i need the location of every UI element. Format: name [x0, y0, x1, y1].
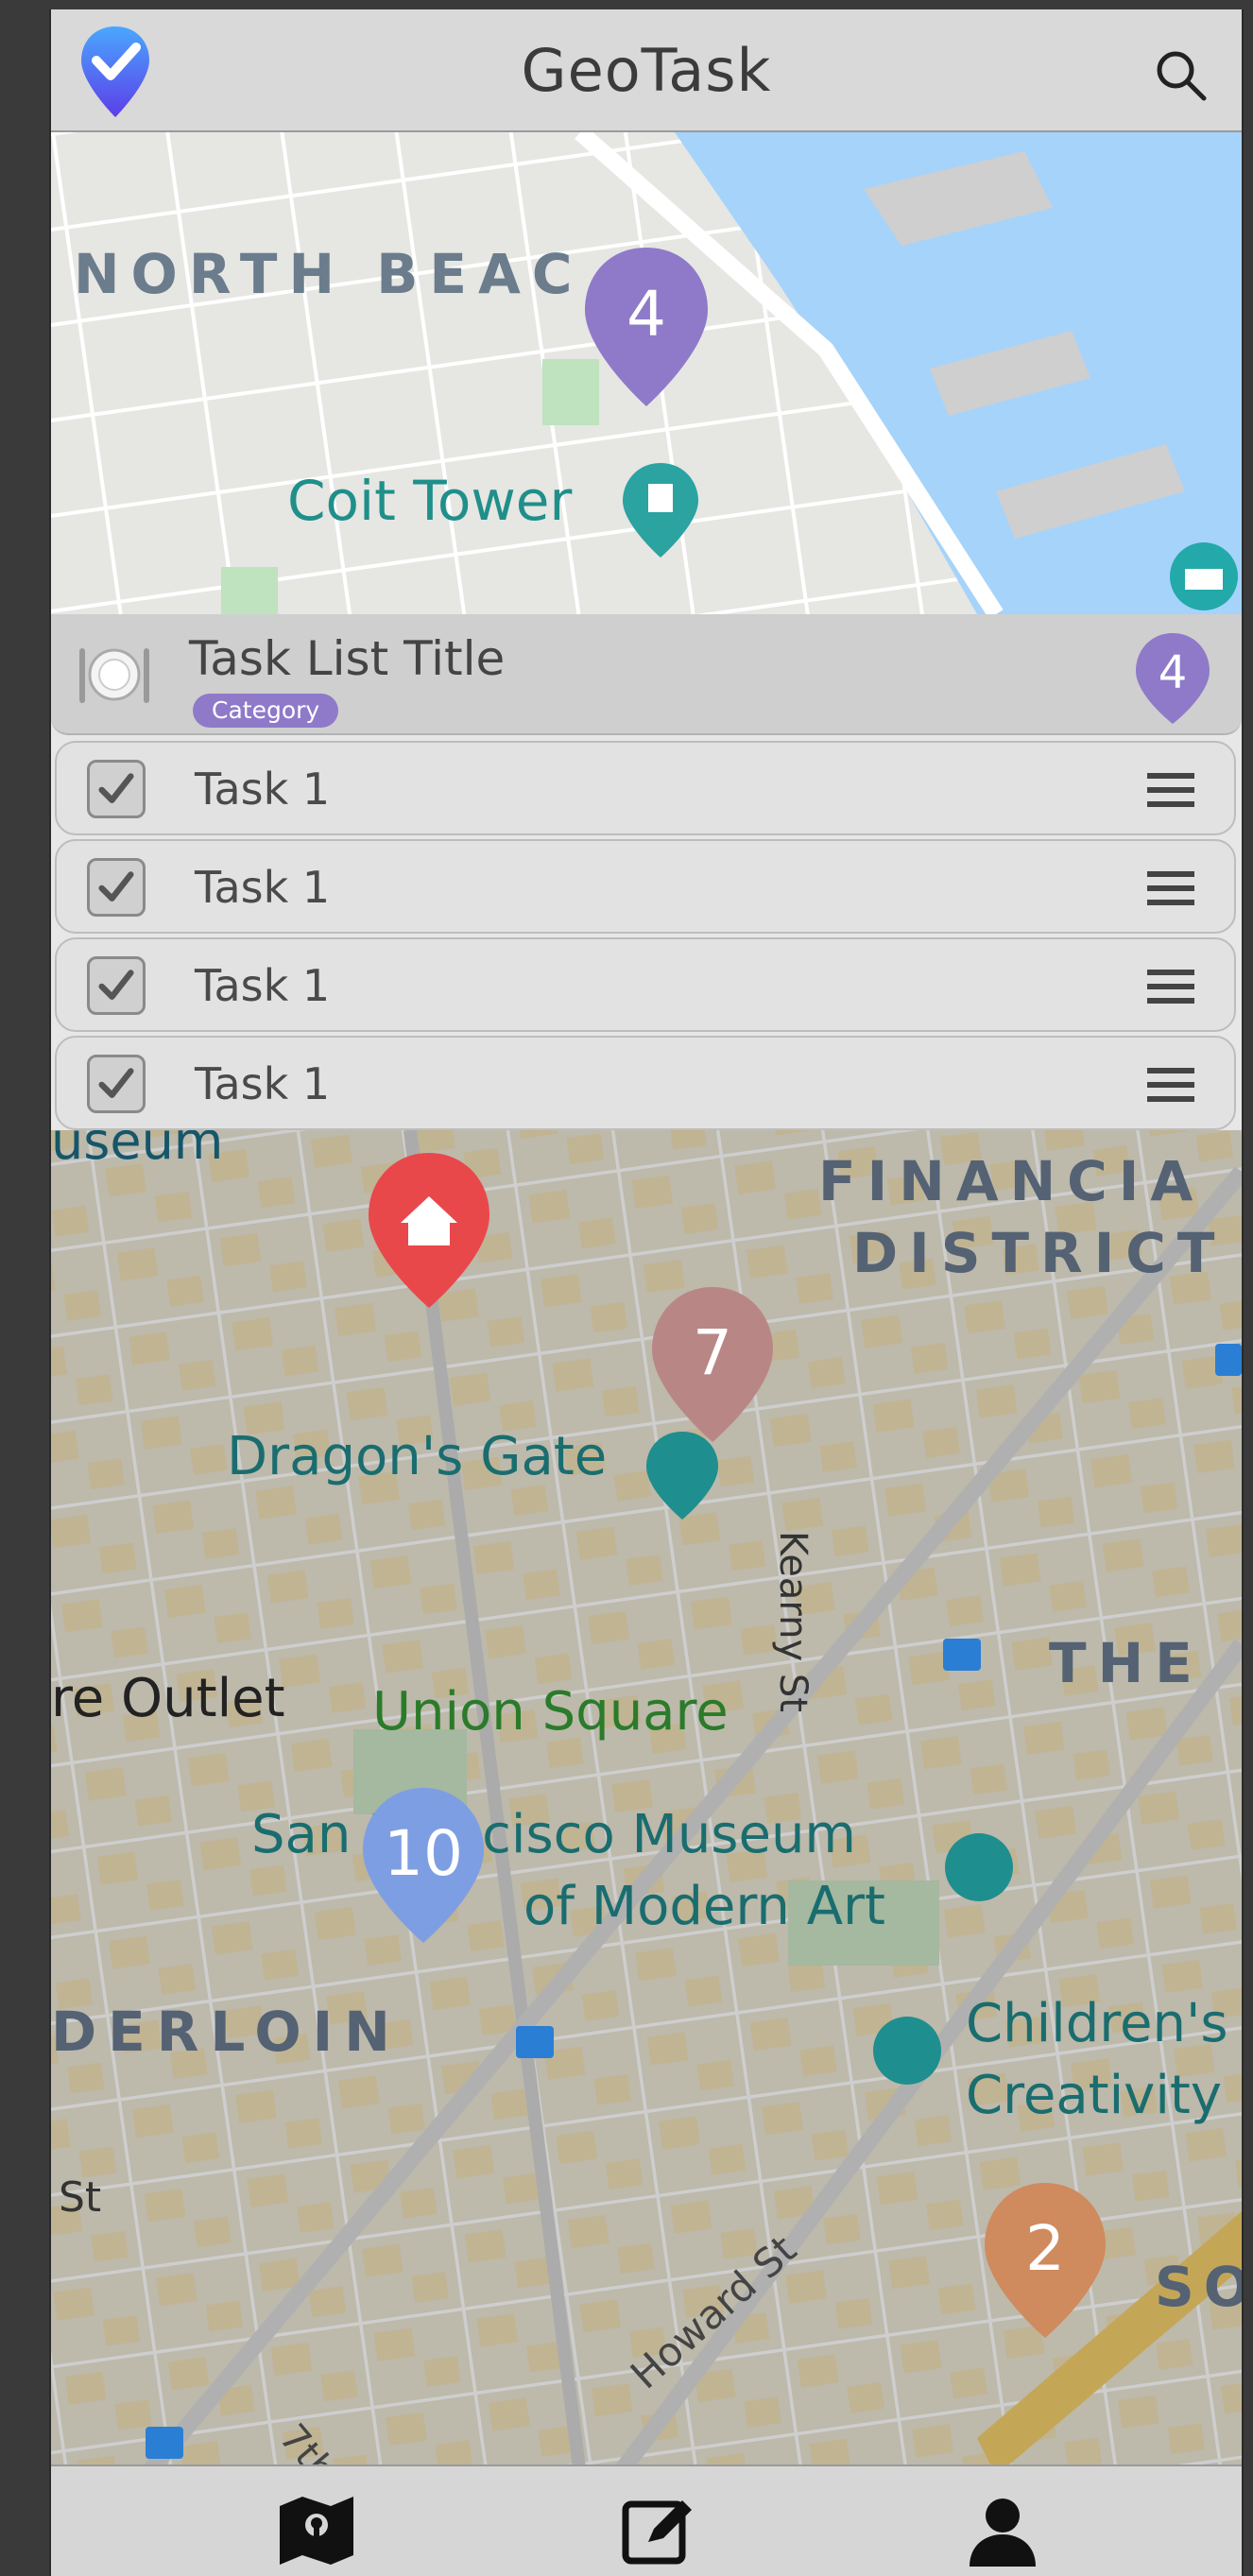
map-label-childrens: Children's — [966, 1993, 1228, 2054]
task-checkbox[interactable] — [87, 858, 146, 917]
task-list-panel: Task List Title Category 4 Task 1 Task 1… — [51, 614, 1242, 1130]
map-label-outlet: re Outlet — [51, 1668, 285, 1729]
map-label-the: THE — [1049, 1631, 1204, 1695]
map-label-so: SO — [1155, 2255, 1242, 2319]
edit-icon[interactable] — [616, 2493, 701, 2568]
map-label-kearny: Kearny St — [771, 1531, 815, 1712]
map-label-union-square: Union Square — [372, 1681, 729, 1743]
svg-text:4: 4 — [626, 278, 666, 351]
task-label: Task 1 — [195, 1058, 331, 1109]
task-row[interactable]: Task 1 — [55, 1036, 1236, 1130]
drag-handle-icon[interactable] — [1147, 773, 1194, 807]
map-label-district: DISTRICT — [852, 1221, 1226, 1285]
profile-icon[interactable] — [960, 2493, 1045, 2568]
task-list-header[interactable]: Task List Title Category 4 — [51, 614, 1242, 735]
map-label-creativity: Creativity — [966, 2065, 1222, 2126]
childrens-museum-icon — [873, 2017, 941, 2085]
sfmoma-icon — [945, 1833, 1013, 1901]
drag-handle-icon[interactable] — [1147, 1068, 1194, 1102]
task-checkbox[interactable] — [87, 1055, 146, 1113]
task-label: Task 1 — [195, 960, 331, 1011]
transit-icon — [516, 2026, 554, 2058]
map-label-tenderloin: DERLOIN — [51, 2000, 402, 2064]
task-row[interactable]: Task 1 — [55, 839, 1236, 934]
transit-icon — [1215, 1344, 1242, 1376]
task-checkbox[interactable] — [87, 760, 146, 818]
map-label-financial: FINANCIA — [818, 1149, 1204, 1213]
drag-handle-icon[interactable] — [1147, 970, 1194, 1004]
task-label: Task 1 — [195, 764, 331, 815]
map-label-st: St — [59, 2173, 101, 2222]
app-header: GeoTask — [51, 9, 1242, 132]
task-row[interactable]: Task 1 — [55, 741, 1236, 835]
svg-text:7: 7 — [693, 1316, 732, 1389]
transit-icon — [146, 2427, 183, 2459]
museum-icon — [1170, 542, 1238, 610]
task-checkbox[interactable] — [87, 956, 146, 1015]
svg-text:10: 10 — [384, 1817, 463, 1890]
map-label-sfmoma: San Francisco Museum — [251, 1804, 856, 1865]
map-icon[interactable] — [274, 2493, 359, 2568]
map-view[interactable]: NORTH BEAC Coit Tower useum FINANCIA DIS… — [51, 132, 1242, 2476]
search-icon[interactable] — [1153, 47, 1210, 104]
task-list-title: Task List Title — [189, 631, 506, 686]
transit-icon — [943, 1639, 981, 1671]
category-badge[interactable]: Category — [193, 694, 339, 728]
task-label: Task 1 — [195, 862, 331, 913]
plate-cutlery-icon — [79, 648, 149, 703]
map-label-sfmoma-2: of Modern Art — [524, 1876, 885, 1937]
app-title: GeoTask — [521, 36, 772, 105]
svg-text:4: 4 — [1159, 646, 1188, 699]
svg-text:2: 2 — [1025, 2212, 1065, 2285]
app-screen: GeoTask NORTH BEAC Coit Tower useum FINA… — [49, 9, 1244, 2576]
map-label-dragons-gate: Dragon's Gate — [227, 1426, 607, 1487]
map-label-coit-tower: Coit Tower — [287, 469, 572, 533]
bottom-nav — [51, 2464, 1242, 2576]
task-count-marker: 4 — [1136, 633, 1210, 724]
drag-handle-icon[interactable] — [1147, 871, 1194, 905]
task-row[interactable]: Task 1 — [55, 937, 1236, 1032]
map-label-north-beach: NORTH BEAC — [74, 242, 583, 306]
